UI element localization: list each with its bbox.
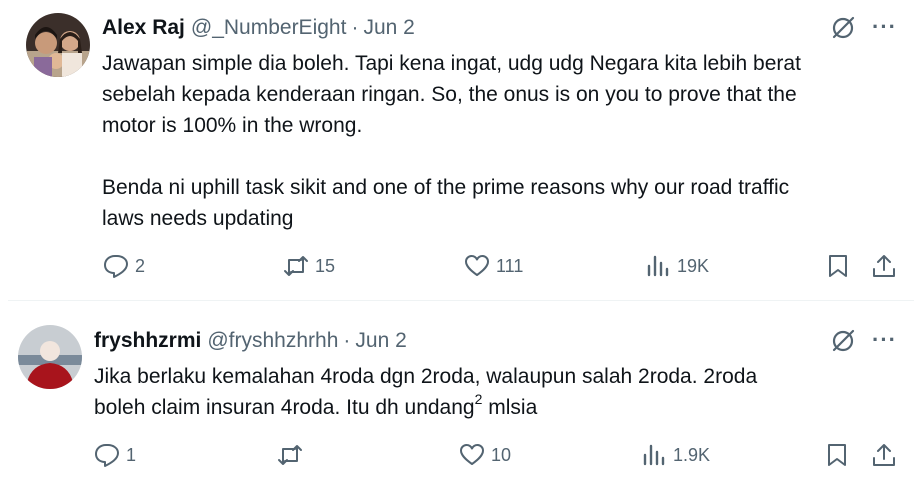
tweet-line: sebelah kepada kenderaan ringan. So, the… [102, 83, 797, 106]
reply-icon [95, 444, 119, 467]
tweet-date[interactable]: Jun 2 [355, 329, 406, 353]
share-icon [873, 255, 895, 277]
tweet-text: Jawapan simple dia boleh. Tapi kena inga… [102, 48, 801, 234]
reply-count: 2 [135, 255, 146, 276]
bookmark-icon [828, 444, 846, 466]
superscript: 2 [474, 391, 483, 407]
tweet-line-end: mlsia [482, 396, 538, 419]
author-handle[interactable]: @fryshhzhrhh [207, 329, 338, 353]
separator: · [351, 16, 359, 39]
share-icon [873, 444, 895, 466]
author-handle[interactable]: @_NumberEight [191, 16, 347, 40]
views-button[interactable]: 19K [645, 253, 709, 279]
more-options-icon[interactable]: ··· [872, 14, 897, 40]
like-button[interactable]: 111 [464, 253, 523, 279]
grok-icon[interactable] [830, 328, 856, 354]
repost-count: 15 [315, 255, 336, 276]
heart-icon [460, 444, 484, 465]
tweet-date[interactable]: Jun 2 [363, 16, 414, 40]
repost-button[interactable] [277, 442, 309, 468]
reply-icon [104, 255, 128, 278]
bookmark-button[interactable] [825, 253, 851, 279]
reply-button[interactable]: 1 [94, 442, 136, 468]
like-button[interactable]: 10 [459, 442, 511, 468]
bookmark-button[interactable] [824, 442, 850, 468]
grok-icon[interactable] [830, 15, 856, 41]
views-count: 19K [677, 255, 710, 276]
views-icon [647, 255, 669, 277]
tweet-line: Jika berlaku kemalahan 4roda dgn 2roda, … [94, 365, 758, 388]
tweet-line: Benda ni uphill task sikit and one of th… [102, 176, 790, 199]
repost-icon [284, 256, 308, 276]
bookmark-icon [829, 255, 847, 277]
reply-count: 1 [126, 444, 137, 465]
views-button[interactable]: 1.9K [641, 442, 710, 468]
avatar[interactable] [18, 325, 82, 389]
tweet-header: fryshhzrmi @fryshhzhrhh · Jun 2 [94, 329, 407, 353]
share-button[interactable] [871, 253, 897, 279]
tweet-1[interactable]: Alex Raj @_NumberEight · Jun 2 ··· Jawap… [0, 0, 922, 300]
views-count: 1.9K [673, 444, 711, 465]
like-count: 111 [496, 255, 524, 276]
tweet-line: Jawapan simple dia boleh. Tapi kena inga… [102, 52, 801, 75]
views-icon [643, 444, 665, 466]
more-options-icon[interactable]: ··· [872, 327, 897, 353]
separator: · [343, 329, 351, 352]
avatar[interactable] [26, 13, 90, 77]
tweet-line: laws needs updating [102, 207, 294, 230]
repost-icon [278, 445, 302, 465]
tweet-text: Jika berlaku kemalahan 4roda dgn 2roda, … [94, 361, 757, 423]
author-name[interactable]: fryshhzrmi [94, 329, 201, 353]
repost-button[interactable]: 15 [283, 253, 335, 279]
tweet-line-text: boleh claim insuran 4roda. Itu dh undang [94, 396, 475, 419]
tweet-2[interactable]: fryshhzrmi @fryshhzhrhh · Jun 2 ··· Jika… [0, 301, 922, 480]
like-count: 10 [491, 444, 512, 465]
tweet-header: Alex Raj @_NumberEight · Jun 2 [102, 16, 415, 40]
author-name[interactable]: Alex Raj [102, 16, 185, 40]
reply-button[interactable]: 2 [103, 253, 145, 279]
share-button[interactable] [871, 442, 897, 468]
tweet-line: motor is 100% in the wrong. [102, 114, 363, 137]
tweet-line: boleh claim insuran 4roda. Itu dh undang… [94, 392, 757, 423]
heart-icon [465, 255, 489, 276]
